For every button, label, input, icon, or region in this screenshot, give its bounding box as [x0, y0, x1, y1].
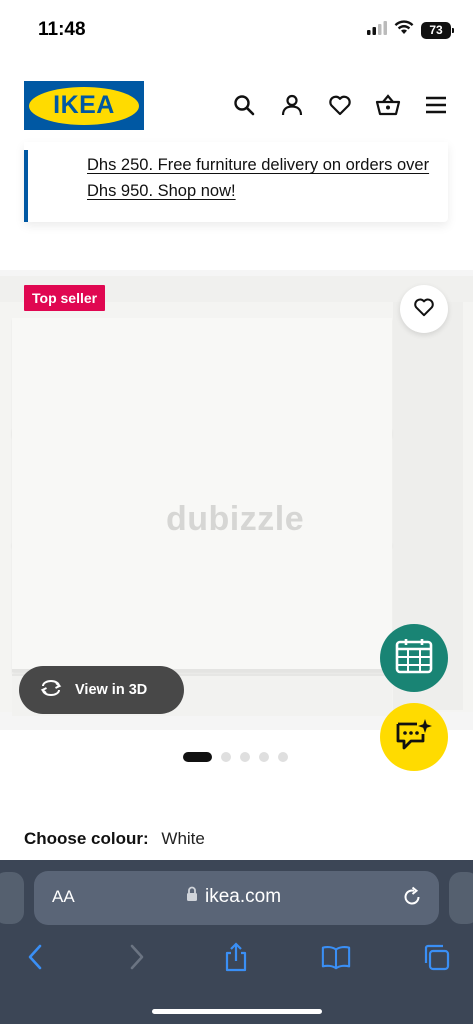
carousel-dots [183, 752, 288, 762]
forward-icon[interactable] [122, 942, 152, 972]
chat-sparkle-icon [395, 718, 433, 757]
url-display[interactable]: ikea.com [186, 886, 281, 908]
rotate-3d-icon [39, 679, 63, 701]
calendar-button[interactable] [380, 624, 448, 692]
header-icons [231, 92, 449, 118]
favourite-button[interactable] [400, 285, 448, 333]
url-text: ikea.com [205, 886, 282, 907]
next-tab-preview[interactable] [449, 872, 473, 924]
cellular-signal-icon [367, 20, 387, 40]
carousel-dot-5[interactable] [278, 752, 288, 762]
heart-icon[interactable] [327, 92, 353, 118]
logo-oval: IKEA [29, 86, 139, 125]
status-icons: 73 [367, 20, 454, 40]
watermark: dubizzle [166, 500, 305, 538]
chat-assistant-button[interactable] [380, 703, 448, 771]
drawer-bottom [12, 542, 392, 672]
logo-text: IKEA [53, 91, 115, 119]
home-indicator[interactable] [152, 1009, 322, 1014]
calendar-icon [395, 638, 433, 679]
search-icon[interactable] [231, 92, 257, 118]
tabs-icon[interactable] [421, 942, 451, 972]
share-icon[interactable] [221, 942, 251, 972]
ikea-logo[interactable]: IKEA [24, 81, 144, 130]
bookmarks-icon[interactable] [321, 942, 351, 972]
reader-options-button[interactable]: AA [52, 887, 75, 907]
menu-icon[interactable] [423, 92, 449, 118]
status-bar: 11:48 73 [0, 0, 473, 60]
lock-icon [186, 886, 198, 908]
view-in-3d-button[interactable]: View in 3D [19, 666, 184, 714]
wifi-icon [394, 20, 414, 40]
colour-value: White [161, 829, 205, 848]
browser-toolbar [0, 942, 473, 972]
top-seller-badge: Top seller [24, 285, 106, 311]
drawer-top [12, 318, 392, 436]
account-icon[interactable] [279, 92, 305, 118]
site-header: IKEA [0, 78, 473, 134]
carousel-dot-1[interactable] [183, 752, 212, 762]
colour-selector[interactable]: Choose colour: White [24, 829, 205, 849]
browser-bottom-bar: AA ikea.com [0, 860, 473, 1024]
reload-icon[interactable] [401, 886, 423, 913]
banner-accent-bar [24, 150, 28, 222]
carousel-dot-3[interactable] [240, 752, 250, 762]
colour-label: Choose colour: [24, 829, 149, 848]
banner-link[interactable]: Dhs 250. Free furniture delivery on orde… [87, 152, 432, 204]
status-time: 11:48 [38, 19, 86, 40]
view-in-3d-label: View in 3D [75, 682, 148, 698]
address-bar[interactable]: AA ikea.com [34, 871, 439, 925]
basket-icon[interactable] [375, 92, 401, 118]
promo-banner: Dhs 250. Free furniture delivery on orde… [24, 142, 448, 222]
battery-icon: 73 [421, 21, 454, 39]
carousel-dot-2[interactable] [221, 752, 231, 762]
previous-tab-preview[interactable] [0, 872, 24, 924]
back-icon[interactable] [20, 942, 50, 972]
carousel-dot-4[interactable] [259, 752, 269, 762]
heart-icon [413, 297, 435, 322]
